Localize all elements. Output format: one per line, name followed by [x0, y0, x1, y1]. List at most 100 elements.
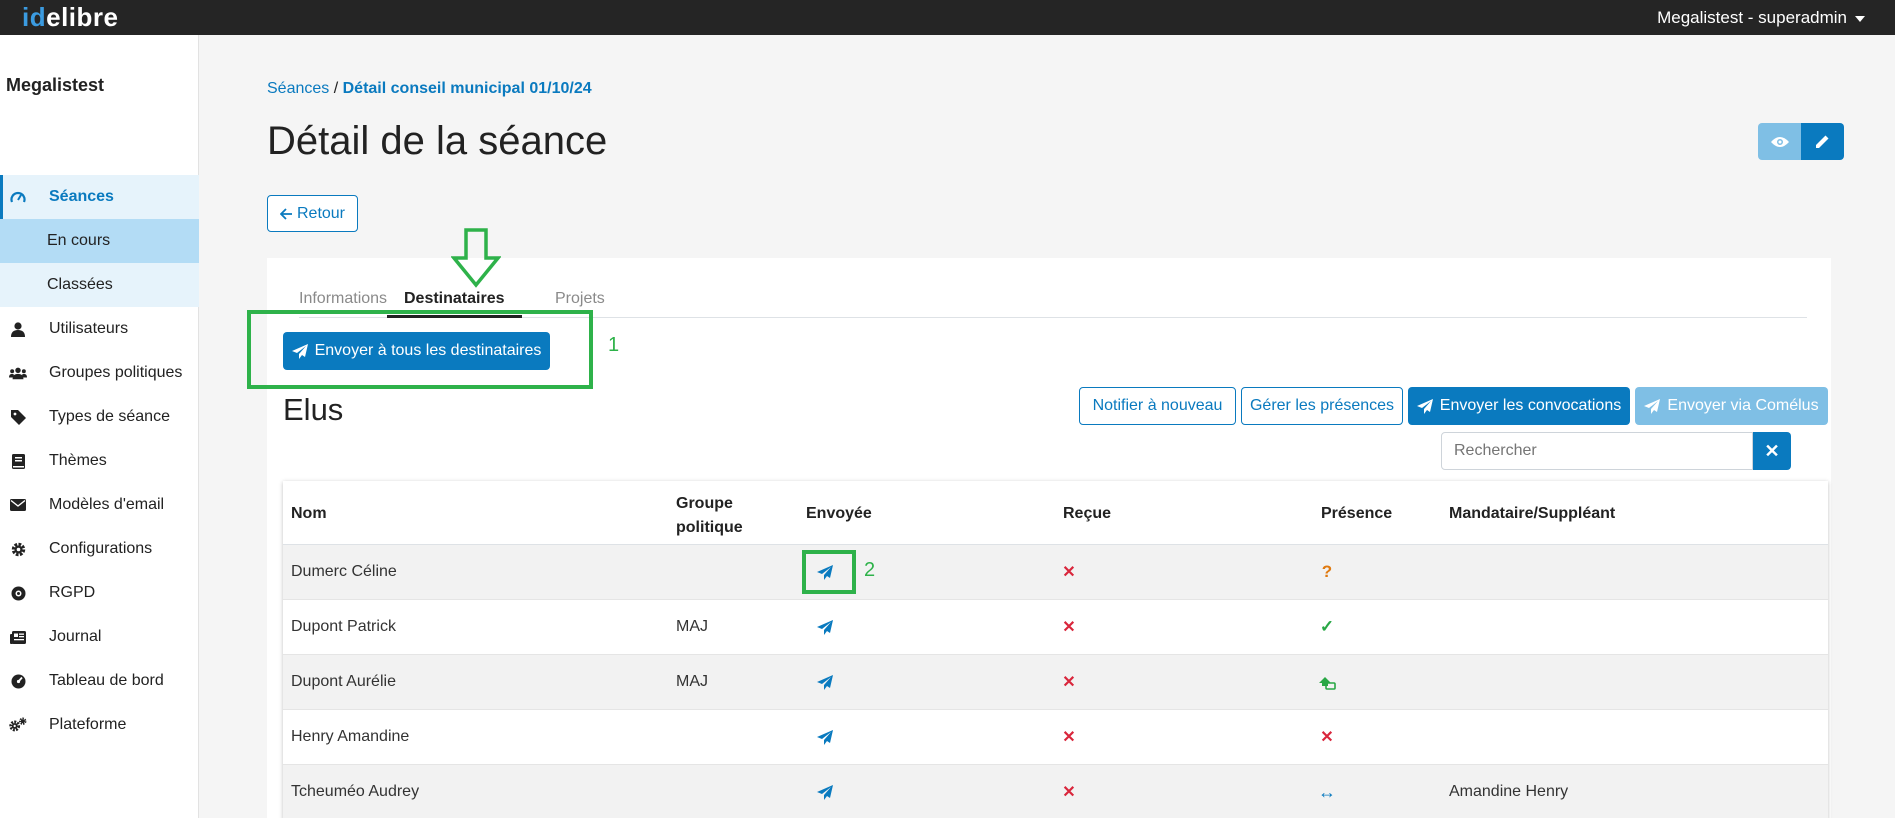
gears-icon: [9, 716, 27, 734]
column-header-nom[interactable]: Nom: [291, 505, 327, 523]
cross-icon: ✕: [1320, 729, 1334, 746]
manage-presence-label: Gérer les présences: [1249, 397, 1395, 414]
table-row: Henry Amandine ✕ ✕: [283, 710, 1828, 765]
annotation-box-2: [802, 550, 856, 594]
cell-groupe: MAJ: [676, 618, 708, 635]
edit-button[interactable]: [1801, 123, 1844, 160]
sidebar-item-label: Tableau de bord: [49, 672, 164, 689]
cross-icon: ✕: [1062, 729, 1076, 746]
sidebar-item-rgpd[interactable]: RGPD: [0, 571, 199, 615]
cell-nom: Dupont Patrick: [291, 618, 396, 635]
gauge-icon: [9, 188, 27, 206]
sidebar-item-label: En cours: [47, 232, 111, 249]
sidebar-item-tableau-de-bord[interactable]: Tableau de bord: [0, 659, 199, 703]
cell-nom: Tcheuméo Audrey: [291, 783, 420, 800]
caret-down-icon: [1855, 15, 1865, 22]
top-bar: idelibre Megalistest - superadmin: [0, 0, 1895, 35]
column-header-presence: Présence: [1321, 505, 1393, 522]
annotation-label-2: 2: [864, 559, 876, 581]
cell-nom: Dupont Aurélie: [291, 673, 396, 690]
breadcrumb-current: Détail conseil municipal 01/10/24: [342, 80, 592, 97]
cell-nom: Dumerc Céline: [291, 563, 397, 580]
envelope-icon: [9, 496, 27, 514]
clear-search-button[interactable]: ✕: [1753, 432, 1791, 470]
notify-again-button[interactable]: Notifier à nouveau: [1079, 387, 1236, 425]
sidebar-item-plateforme[interactable]: Plateforme: [0, 703, 199, 747]
send-via-comelus-button[interactable]: Envoyer via Comélus: [1635, 387, 1828, 425]
sidebar-item-themes[interactable]: Thèmes: [0, 439, 199, 483]
cell-groupe: MAJ: [676, 673, 708, 690]
elus-table: Nom Groupe politique Envoyée Reçue Prése…: [283, 481, 1828, 818]
manage-presence-button[interactable]: Gérer les présences: [1241, 387, 1403, 425]
table-row: Dupont Patrick MAJ ✕ ✓: [283, 600, 1828, 655]
sidebar-item-label: Journal: [49, 628, 102, 645]
close-icon: ✕: [1764, 440, 1780, 461]
column-header-mandataire: Mandataire/Suppléant: [1449, 505, 1616, 522]
sidebar-item-configurations[interactable]: Configurations: [0, 527, 199, 571]
back-button[interactable]: Retour: [267, 195, 358, 232]
send-icon[interactable]: [816, 618, 834, 636]
app-logo[interactable]: idelibre: [22, 2, 118, 33]
question-icon: ?: [1321, 562, 1333, 581]
elus-title: Elus: [283, 392, 344, 427]
eye-icon: [1770, 136, 1789, 147]
book-icon: [9, 452, 27, 470]
sidebar-item-label: Plateforme: [49, 716, 127, 733]
annotation-box-1: [247, 310, 593, 389]
logo-id: id: [22, 2, 47, 32]
sidebar-item-label: Thèmes: [49, 452, 107, 469]
cross-icon: ✕: [1062, 564, 1076, 581]
send-icon[interactable]: [816, 673, 834, 691]
search-bar: Rechercher ✕: [1441, 432, 1791, 470]
notify-again-label: Notifier à nouveau: [1092, 397, 1223, 414]
search-input[interactable]: Rechercher: [1441, 432, 1753, 470]
cross-icon: ✕: [1062, 619, 1076, 636]
arrow-left-icon: [279, 207, 292, 220]
header-actions: [1758, 123, 1844, 160]
dashboard-icon: [9, 672, 27, 690]
cross-icon: ✕: [1062, 674, 1076, 691]
breadcrumb: Séances / Détail conseil municipal 01/10…: [267, 80, 592, 98]
remote-icon: [1318, 673, 1336, 691]
send-icon[interactable]: [816, 728, 834, 746]
sidebar-item-label: Types de séance: [49, 408, 170, 425]
send-icon: [1416, 398, 1433, 414]
send-icon: [1644, 398, 1661, 414]
tag-icon: [9, 408, 27, 426]
sidebar-subitem-classees[interactable]: Classées: [0, 263, 199, 307]
column-header-groupe[interactable]: Groupe politique: [676, 492, 766, 540]
sidebar-item-types-de-seance[interactable]: Types de séance: [0, 395, 199, 439]
sidebar-subitem-en-cours[interactable]: En cours: [0, 219, 199, 263]
users-icon: [9, 364, 27, 382]
page-title: Détail de la séance: [267, 119, 608, 163]
table-row: Tcheuméo Audrey ✕ ↔ Amandine Henry: [283, 765, 1828, 818]
annotation-arrow-down-icon: [451, 228, 501, 288]
send-icon[interactable]: [816, 783, 834, 801]
user-icon: [9, 320, 27, 338]
table-row: Dumerc Céline ✕ ?: [283, 545, 1828, 600]
sidebar-item-journal[interactable]: Journal: [0, 615, 199, 659]
newspaper-icon: [9, 628, 27, 646]
sidebar: Megalistest Séances En cours Classées Ut…: [0, 35, 199, 818]
breadcrumb-seances-link[interactable]: Séances: [267, 80, 329, 97]
table-header: Nom Groupe politique Envoyée Reçue Prése…: [283, 481, 1828, 545]
pencil-icon: [1816, 135, 1829, 148]
sidebar-item-utilisateurs[interactable]: Utilisateurs: [0, 307, 199, 351]
annotation-label-1: 1: [608, 334, 620, 356]
user-menu[interactable]: Megalistest - superadmin: [1657, 8, 1865, 28]
breadcrumb-separator: /: [333, 80, 339, 97]
send-convocations-button[interactable]: Envoyer les convocations: [1408, 387, 1630, 425]
sidebar-item-label: Utilisateurs: [49, 320, 129, 337]
sidebar-item-modeles-email[interactable]: Modèles d'email: [0, 483, 199, 527]
column-header-envoyee: Envoyée: [806, 505, 872, 522]
sidebar-item-groupes-politiques[interactable]: Groupes politiques: [0, 351, 199, 395]
sidebar-item-seances[interactable]: Séances: [0, 175, 199, 219]
view-button[interactable]: [1758, 123, 1801, 160]
send-convocations-label: Envoyer les convocations: [1439, 397, 1622, 414]
logo-libre: elibre: [46, 2, 119, 32]
cell-nom: Henry Amandine: [291, 728, 410, 745]
shield-icon: [9, 584, 27, 602]
cell-mandataire: Amandine Henry: [1449, 783, 1569, 800]
structure-name: Megalistest: [6, 75, 105, 95]
sidebar-nav: Séances En cours Classées Utilisateurs G…: [0, 175, 199, 747]
